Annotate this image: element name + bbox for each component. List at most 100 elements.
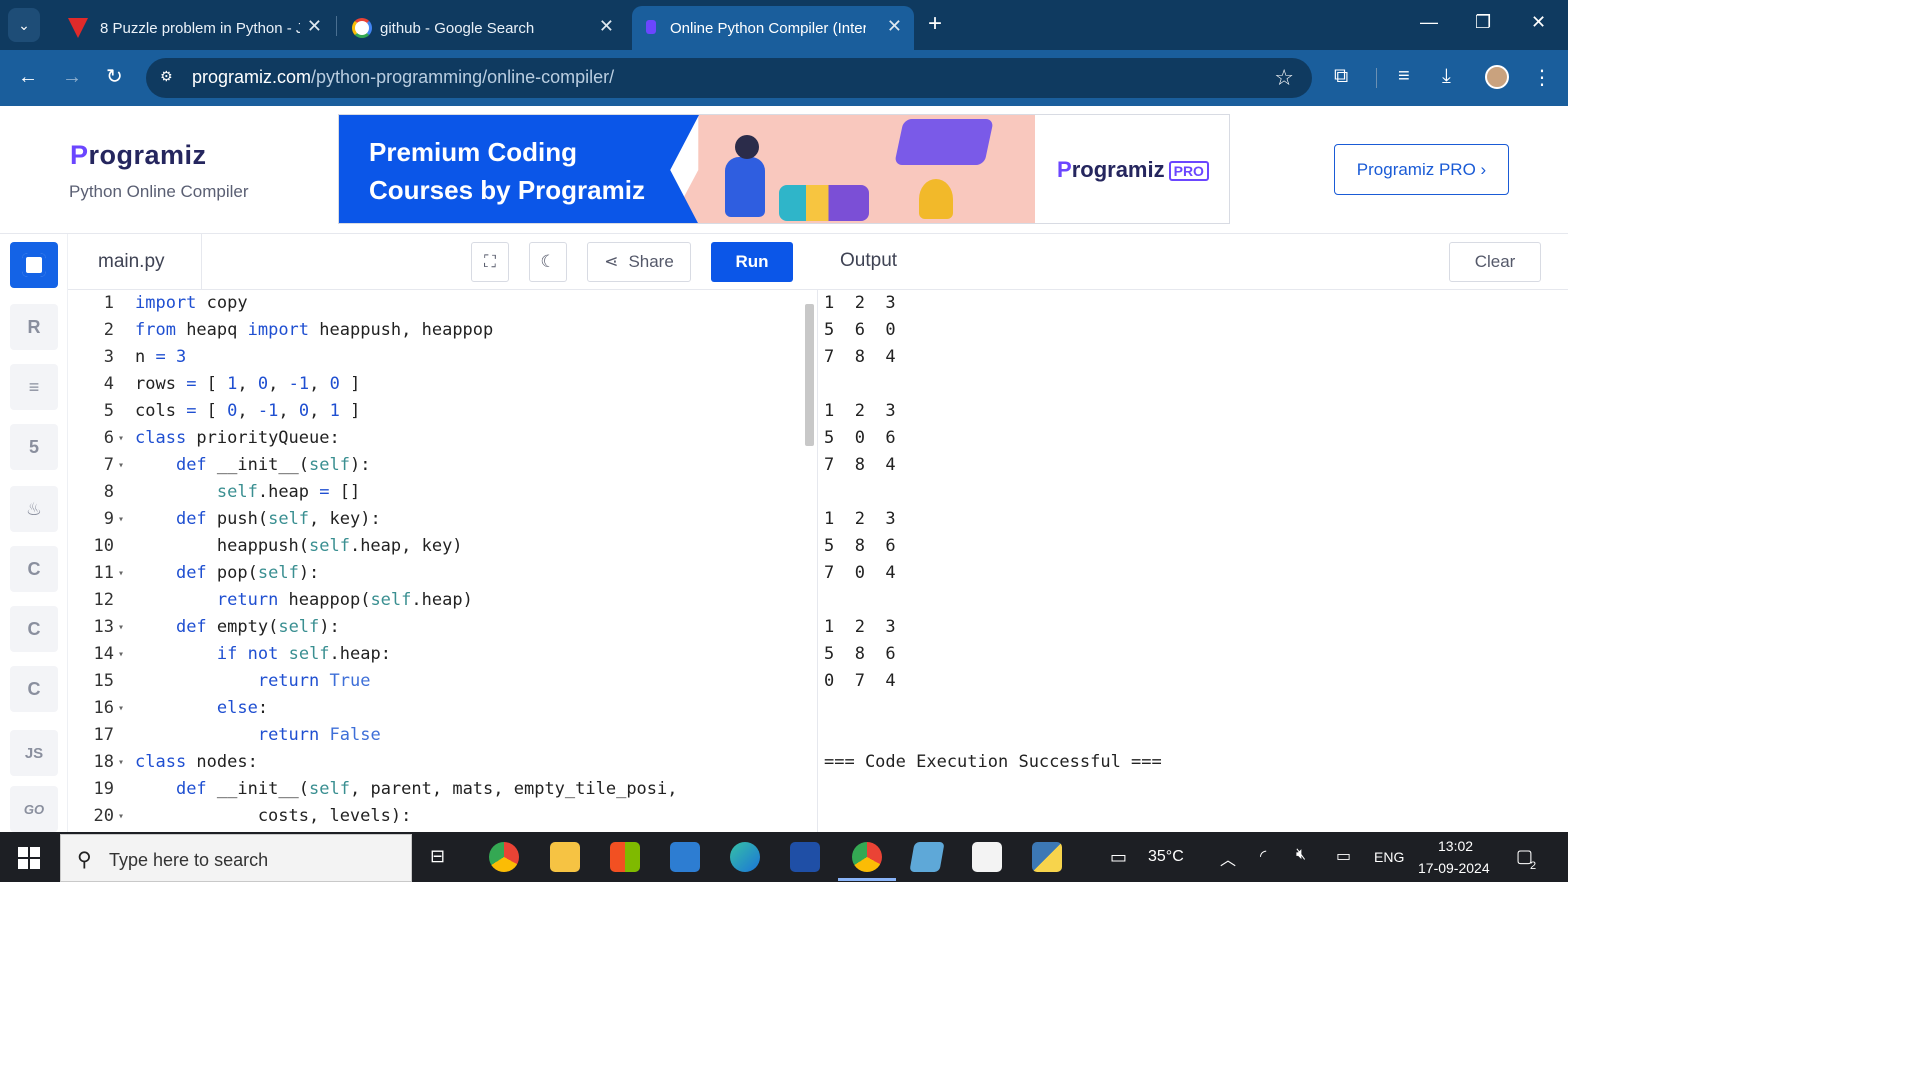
fold-arrow-icon[interactable]: ▾ (118, 803, 124, 830)
code-line[interactable]: 2 from heapq import heappush, heappop (68, 317, 808, 344)
fold-arrow-icon[interactable]: ▾ (118, 506, 124, 533)
code-editor[interactable]: 1 import copy 2 from heapq import heappush,… (68, 290, 818, 832)
dark-mode-button[interactable]: ☾ (529, 242, 567, 282)
code-text[interactable]: from heapq import heappush, heappop (135, 317, 493, 344)
python-idle-icon[interactable] (1032, 842, 1062, 872)
code-line[interactable]: 15 return True (68, 668, 808, 695)
fullscreen-button[interactable]: ⛶ (471, 242, 509, 282)
code-text[interactable]: return True (135, 668, 371, 695)
lang-html-button[interactable]: 5 (10, 424, 58, 470)
code-text[interactable]: heappush(self.heap, key) (135, 533, 463, 560)
downloads-icon[interactable]: ⤓ (1442, 65, 1451, 88)
code-line[interactable]: 7 ▾ def __init__(self): (68, 452, 808, 479)
chrome-profile-icon[interactable] (852, 842, 882, 872)
code-line[interactable]: 13 ▾ def empty(self): (68, 614, 808, 641)
address-bar[interactable]: ⚙ programiz.com/python-programming/onlin… (146, 58, 1312, 98)
code-line[interactable]: 14 ▾ if not self.heap: (68, 641, 808, 668)
code-line[interactable]: 5 cols = [ 0, -1, 0, 1 ] (68, 398, 808, 425)
ad-banner[interactable]: Premium Coding Courses by Programiz Prog… (338, 114, 1230, 224)
lang-java-button[interactable]: ♨ (10, 486, 58, 532)
taskbar-search-box[interactable]: ⚲ Type here to search (60, 834, 412, 882)
forward-icon[interactable]: → (62, 66, 82, 88)
code-line[interactable]: 12 return heappop(self.heap) (68, 587, 808, 614)
fold-arrow-icon[interactable]: ▾ (118, 425, 124, 452)
lang-c-button[interactable]: C (10, 546, 58, 592)
code-line[interactable]: 17 return False (68, 722, 808, 749)
code-line[interactable]: 16 ▾ else: (68, 695, 808, 722)
volume-muted-icon[interactable]: 🔇︎ (1296, 846, 1306, 864)
code-text[interactable]: else: (135, 695, 268, 722)
fold-arrow-icon[interactable]: ▾ (118, 641, 124, 668)
dev-cpp-icon[interactable] (790, 842, 820, 872)
code-text[interactable]: self.heap = [] (135, 479, 360, 506)
python-file-icon[interactable] (972, 842, 1002, 872)
code-text[interactable]: class priorityQueue: (135, 425, 340, 452)
code-line[interactable]: 8 self.heap = [] (68, 479, 808, 506)
code-line[interactable]: 4 rows = [ 1, 0, -1, 0 ] (68, 371, 808, 398)
extensions-icon[interactable]: ⧉ (1334, 65, 1348, 88)
code-text[interactable]: rows = [ 1, 0, -1, 0 ] (135, 371, 360, 398)
fold-arrow-icon[interactable]: ▾ (118, 614, 124, 641)
code-line[interactable]: 6 ▾ class priorityQueue: (68, 425, 808, 452)
temperature[interactable]: 35°C (1148, 848, 1184, 866)
clock-date[interactable]: 17-09-2024 (1418, 860, 1490, 876)
fold-arrow-icon[interactable]: ▾ (118, 560, 124, 587)
chrome-icon[interactable] (489, 842, 519, 872)
lang-cpp-button[interactable]: C (10, 606, 58, 652)
task-view-icon[interactable]: ⊟ (430, 846, 445, 867)
code-line[interactable]: 18 ▾ class nodes: (68, 749, 808, 776)
code-text[interactable]: n = 3 (135, 344, 186, 371)
show-hidden-icons-icon[interactable]: ︿ (1220, 846, 1236, 870)
battery-icon[interactable]: ▭ (1336, 846, 1351, 866)
file-explorer-icon[interactable] (550, 842, 580, 872)
code-line[interactable]: 10 heappush(self.heap, key) (68, 533, 808, 560)
code-text[interactable]: def push(self, key): (135, 506, 381, 533)
windows-start-icon[interactable] (18, 847, 40, 869)
lang-js-button[interactable]: JS (10, 730, 58, 776)
lang-python-button[interactable] (10, 242, 58, 288)
fold-arrow-icon[interactable]: ▾ (118, 452, 124, 479)
clock-time[interactable]: 13:02 (1438, 838, 1473, 854)
lang-csharp-button[interactable]: C (10, 666, 58, 712)
new-tab-button[interactable]: + (928, 12, 942, 36)
wifi-icon[interactable]: ◜ (1260, 846, 1266, 866)
profile-avatar[interactable] (1485, 65, 1509, 89)
tab-search-button[interactable]: ⌄ (8, 8, 40, 42)
code-line[interactable]: 9 ▾ def push(self, key): (68, 506, 808, 533)
file-tab-main-py[interactable]: main.py (68, 234, 202, 290)
lang-r-button[interactable]: R (10, 304, 58, 350)
reload-icon[interactable]: ↻ (106, 66, 123, 88)
fold-arrow-icon[interactable]: ▾ (118, 749, 124, 776)
minimize-icon[interactable]: — (1420, 12, 1438, 33)
browser-tab-2[interactable]: github - Google Search ✕ (340, 6, 626, 50)
code-text[interactable]: if not self.heap: (135, 641, 391, 668)
restore-icon[interactable]: ❐ (1475, 12, 1491, 33)
share-button[interactable]: ⋖ Share (587, 242, 691, 282)
mail-icon[interactable] (670, 842, 700, 872)
code-text[interactable]: class nodes: (135, 749, 258, 776)
url-text[interactable]: programiz.com/python-programming/online-… (192, 67, 614, 88)
code-text[interactable]: return heappop(self.heap) (135, 587, 473, 614)
microsoft-store-icon[interactable] (610, 842, 640, 872)
code-text[interactable]: costs, levels): (135, 803, 412, 830)
lang-sql-button[interactable]: ≡ (10, 364, 58, 410)
code-text[interactable]: return False (135, 722, 381, 749)
code-text[interactable]: def pop(self): (135, 560, 319, 587)
close-tab-icon[interactable]: ✕ (599, 16, 614, 37)
lang-go-button[interactable]: GO (10, 786, 58, 832)
close-tab-icon[interactable]: ✕ (887, 16, 902, 37)
edge-icon[interactable] (730, 842, 760, 872)
programiz-pro-button[interactable]: Programiz PRO › (1334, 144, 1509, 195)
clear-button[interactable]: Clear (1449, 242, 1541, 282)
close-tab-icon[interactable]: ✕ (307, 16, 322, 37)
fold-arrow-icon[interactable]: ▾ (118, 695, 124, 722)
code-line[interactable]: 3 n = 3 (68, 344, 808, 371)
run-button[interactable]: Run (711, 242, 793, 282)
code-text[interactable]: def __init__(self): (135, 452, 371, 479)
menu-kebab-icon[interactable]: ⋮ (1532, 65, 1552, 90)
code-line[interactable]: 20 ▾ costs, levels): (68, 803, 808, 830)
site-settings-icon[interactable]: ⚙ (160, 68, 180, 88)
bookmark-star-icon[interactable]: ☆ (1274, 65, 1294, 91)
browser-tab-3-active[interactable]: Online Python Compiler (Interpr ✕ (632, 6, 914, 50)
code-line[interactable]: 19 def __init__(self, parent, mats, empt… (68, 776, 808, 803)
